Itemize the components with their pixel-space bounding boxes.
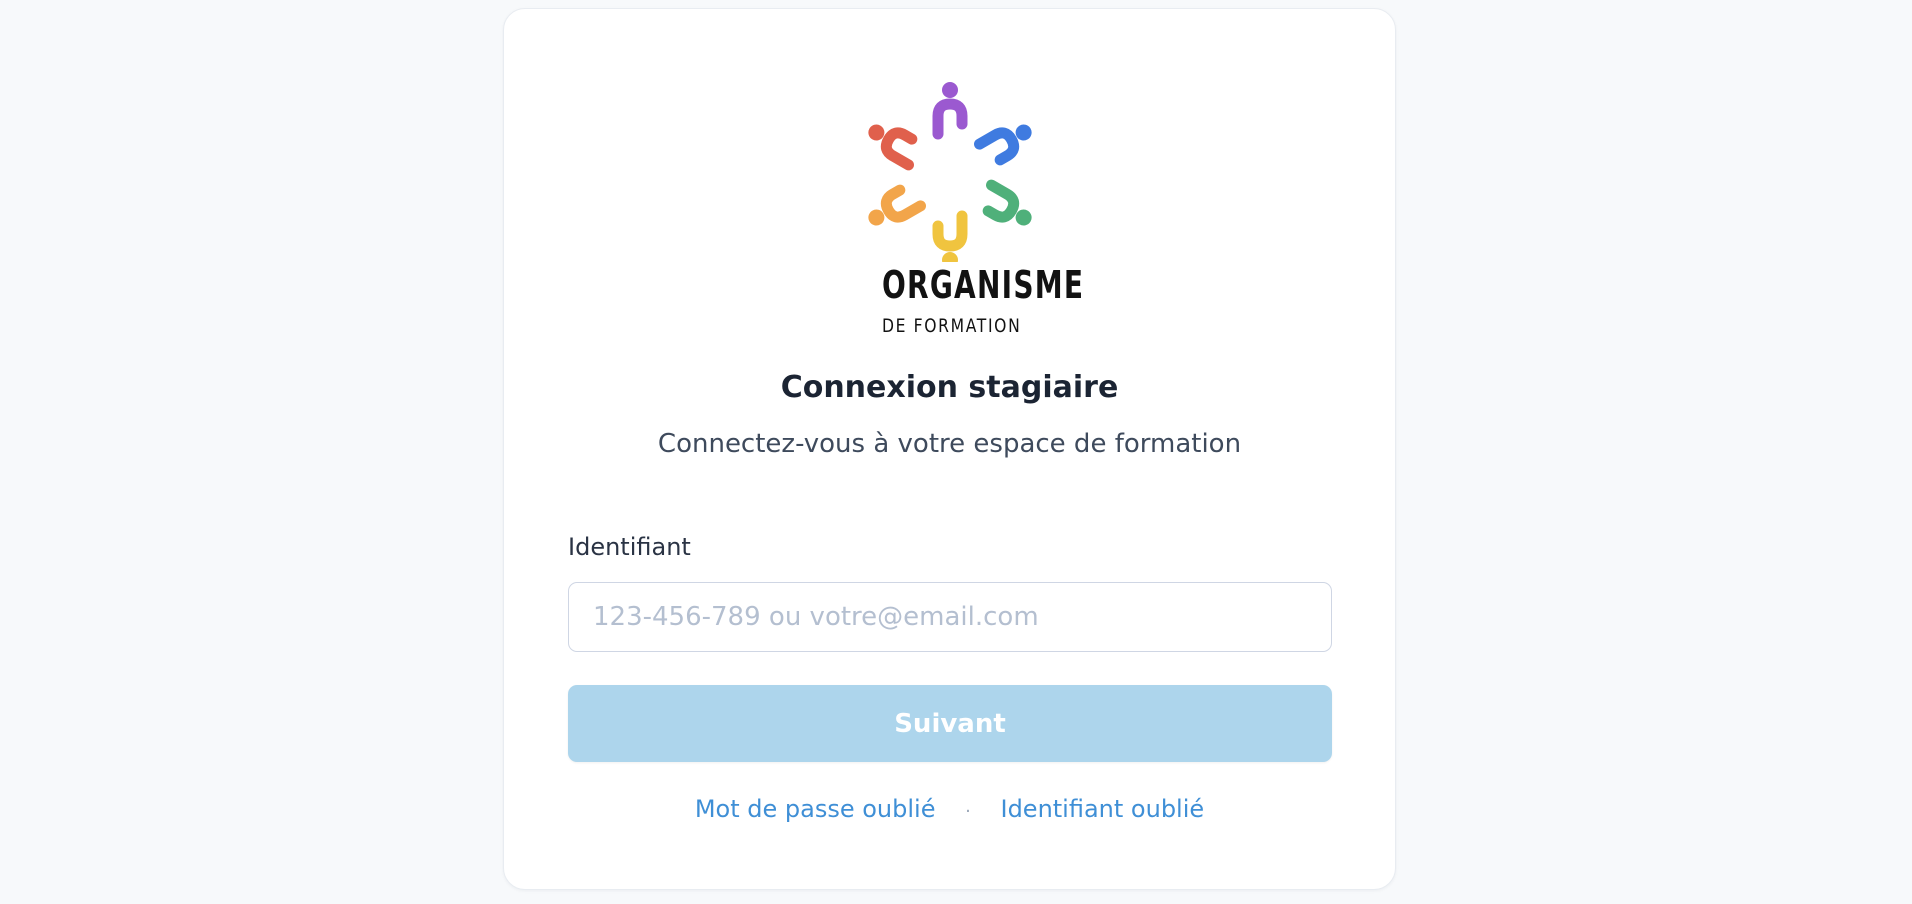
brand-tagline: DE FORMATION (881, 315, 1022, 337)
logo-figure-5 (868, 184, 926, 226)
logo-figure-1 (932, 82, 968, 140)
login-card: ORGANISME DE FORMATION Connexion stagiai… (503, 8, 1396, 890)
identifier-label: Identifiant (568, 533, 691, 561)
help-links: Mot de passe oublié · Identifiant oublié (504, 795, 1395, 823)
organisme-logo: ORGANISME DE FORMATION (867, 72, 1085, 342)
logo-figure-2 (974, 124, 1032, 166)
forgot-password-link[interactable]: Mot de passe oublié (695, 795, 936, 823)
brand-name: ORGANISME (881, 263, 1085, 307)
logo-figure-6 (868, 124, 918, 171)
page-subtitle: Connectez-vous à votre espace de formati… (657, 429, 1242, 459)
link-separator: · (965, 801, 971, 822)
next-button[interactable]: Suivant (568, 685, 1332, 762)
page-title: Connexion stagiaire (780, 370, 1119, 405)
logo-figure-3 (982, 179, 1032, 226)
identifier-input[interactable] (568, 582, 1332, 652)
people-circle-logo-icon (868, 82, 1032, 262)
forgot-identifier-link[interactable]: Identifiant oublié (1000, 795, 1204, 823)
logo-figure-4 (932, 210, 968, 262)
